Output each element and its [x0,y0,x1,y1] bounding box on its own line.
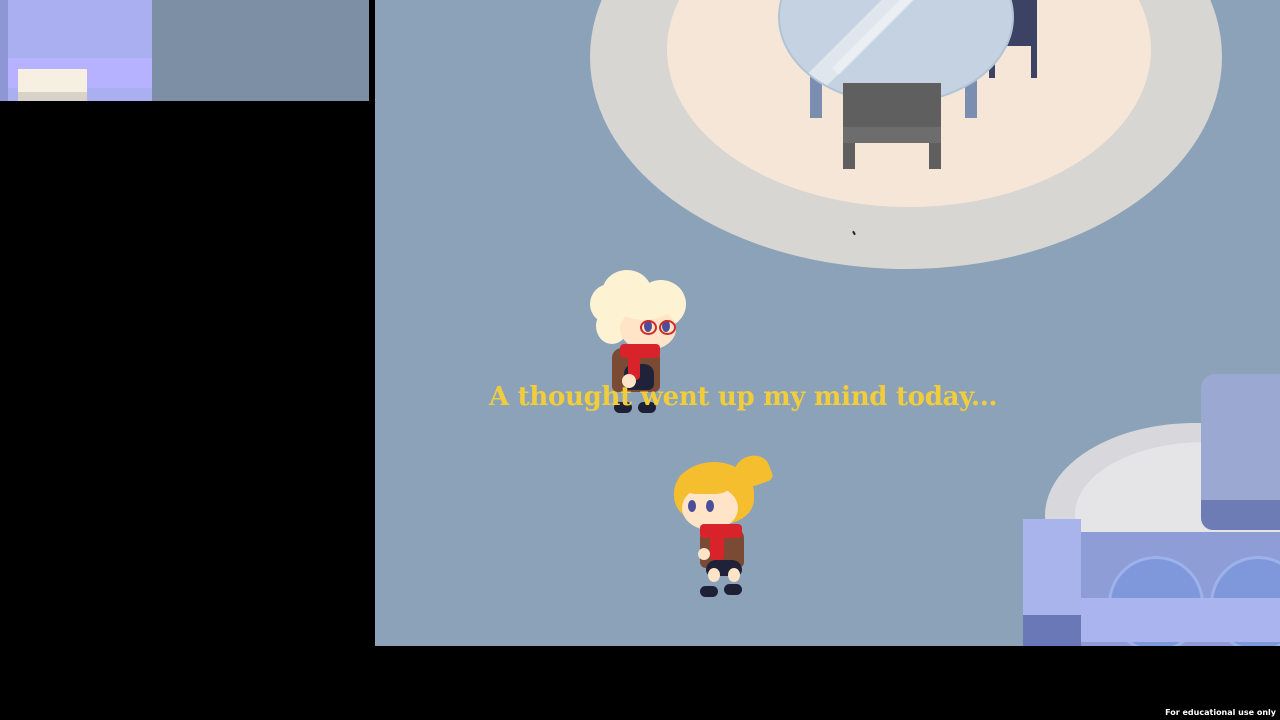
main-room [375,0,1280,646]
adjacent-room-trim [0,0,8,101]
game-viewport[interactable]: A thought went up my mind today... For e… [0,0,1280,720]
front-chair-rail [843,127,941,143]
character-eye [706,500,714,512]
scarf [620,344,660,358]
sofa-seat [1081,598,1280,642]
front-chair-leg [929,143,941,169]
adjacent-room-pillow-shadow [18,92,87,101]
front-chair-back [843,83,941,127]
armchair-shade [1201,500,1280,530]
front-chair-leg [843,143,855,169]
character-shoe [700,586,718,597]
front-chair [843,83,941,169]
character-eye [688,500,696,512]
character-hand [698,548,710,560]
glasses-icon [640,320,657,335]
character-leg [708,568,720,582]
glasses-icon [659,320,676,335]
hair-bangs [616,292,672,320]
blond-character[interactable] [670,450,780,604]
blond-bangs [678,468,730,494]
character-shoe [724,584,742,595]
watermark-text: For educational use only [1165,708,1276,717]
sofa-arm-shade [1023,615,1081,646]
adjacent-room [0,0,369,101]
back-chair-leg [1031,46,1037,78]
character-leg [728,568,740,582]
scarf-tail [710,532,724,560]
dialogue-text[interactable]: A thought went up my mind today... [489,382,998,412]
